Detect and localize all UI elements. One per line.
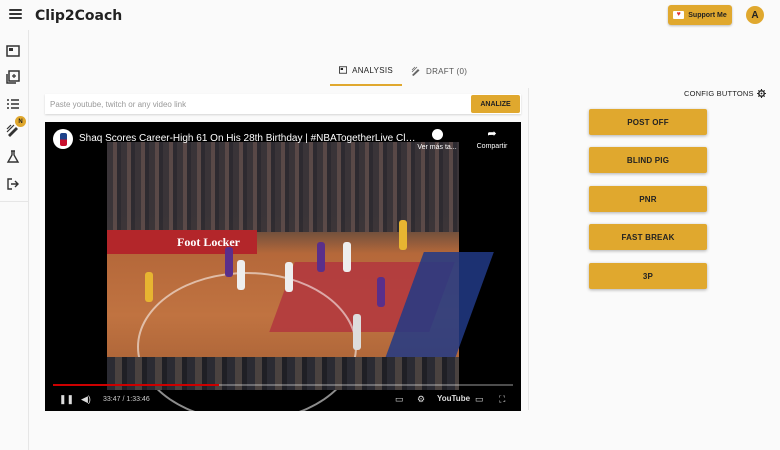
share-icon: ➦ <box>487 128 497 140</box>
time-display: 33:47 / 1:33:46 <box>103 396 150 403</box>
notification-badge: N <box>15 116 26 127</box>
video-progress-fill <box>53 384 219 386</box>
video-player[interactable]: Foot Locker Shaq Scores Career-High 61 O… <box>45 122 521 411</box>
support-me-button[interactable]: ♥ Support Me <box>668 5 732 25</box>
list-icon[interactable] <box>6 97 20 111</box>
video-title[interactable]: Shaq Scores Career-High 61 On His 28th B… <box>79 133 419 144</box>
collections-icon[interactable] <box>6 70 20 84</box>
gear-icon[interactable] <box>756 89 766 98</box>
support-me-label: Support Me <box>688 11 727 19</box>
sidebar-divider <box>0 201 29 202</box>
clock-icon <box>431 129 443 140</box>
top-app-bar: Clip2Coach ♥ Support Me A <box>0 0 780 30</box>
cast-icon[interactable]: ▭ <box>475 394 484 405</box>
watch-later-button[interactable]: Ver más ta... <box>417 129 457 151</box>
config-buttons-label[interactable]: CONFIG BUTTONS <box>684 89 766 98</box>
video-link-input[interactable] <box>45 94 469 114</box>
player <box>377 277 385 307</box>
tab-analysis[interactable]: ANALYSIS <box>330 56 402 86</box>
draw-plays-icon[interactable]: N <box>6 116 26 137</box>
draw-icon <box>411 66 420 76</box>
player <box>237 260 245 290</box>
video-icon <box>339 66 348 74</box>
watch-later-label: Ver más ta... <box>417 144 457 151</box>
player <box>225 247 233 277</box>
player <box>285 262 293 292</box>
tab-bar: ANALYSIS DRAFT (0) <box>330 56 476 86</box>
settings-icon[interactable]: ⚙ <box>417 394 425 405</box>
youtube-logo[interactable]: YouTube <box>437 394 470 403</box>
blind-pig-button[interactable]: BLIND PIG <box>589 147 707 173</box>
crowd-stands <box>107 142 459 232</box>
tab-analysis-label: ANALYSIS <box>352 65 393 75</box>
panel-divider <box>528 88 529 410</box>
logout-icon[interactable] <box>6 177 20 191</box>
three-point-button[interactable]: 3P <box>589 263 707 289</box>
pause-icon[interactable]: ❚❚ <box>59 394 74 405</box>
referee <box>353 314 361 350</box>
heart-icon: ♥ <box>673 11 685 19</box>
video-progress-bar[interactable] <box>53 384 513 386</box>
app-title: Clip2Coach <box>35 8 123 24</box>
config-buttons-text: CONFIG BUTTONS <box>684 89 754 98</box>
menu-icon[interactable] <box>9 9 22 19</box>
lab-flask-icon[interactable] <box>6 150 20 164</box>
share-button[interactable]: ➦ Compartir <box>470 128 514 151</box>
share-label: Compartir <box>476 143 508 150</box>
fast-break-button[interactable]: FAST BREAK <box>589 224 707 250</box>
sidebar: N <box>0 30 29 450</box>
player <box>317 242 325 272</box>
video-library-icon[interactable] <box>6 44 20 58</box>
volume-icon[interactable]: ◀) <box>81 394 91 405</box>
tab-draft-label: DRAFT (0) <box>426 66 468 76</box>
player <box>399 220 407 250</box>
subtitles-icon[interactable]: ▭ <box>395 394 404 405</box>
fullscreen-icon[interactable]: ⛶ <box>499 394 505 405</box>
pnr-button[interactable]: PNR <box>589 186 707 212</box>
video-link-bar: ANALIZE <box>45 94 521 114</box>
analize-button[interactable]: ANALIZE <box>471 95 520 113</box>
player <box>145 272 153 302</box>
post-off-button[interactable]: POST OFF <box>589 109 707 135</box>
player-controls: ❚❚ ◀) 33:47 / 1:33:46 ▭ ⚙ YouTube ▭ ⛶ <box>45 390 521 408</box>
avatar[interactable]: A <box>746 6 764 24</box>
channel-logo[interactable] <box>53 129 73 149</box>
video-frame: Foot Locker <box>107 142 494 411</box>
tab-draft[interactable]: DRAFT (0) <box>402 56 476 86</box>
player <box>343 242 351 272</box>
